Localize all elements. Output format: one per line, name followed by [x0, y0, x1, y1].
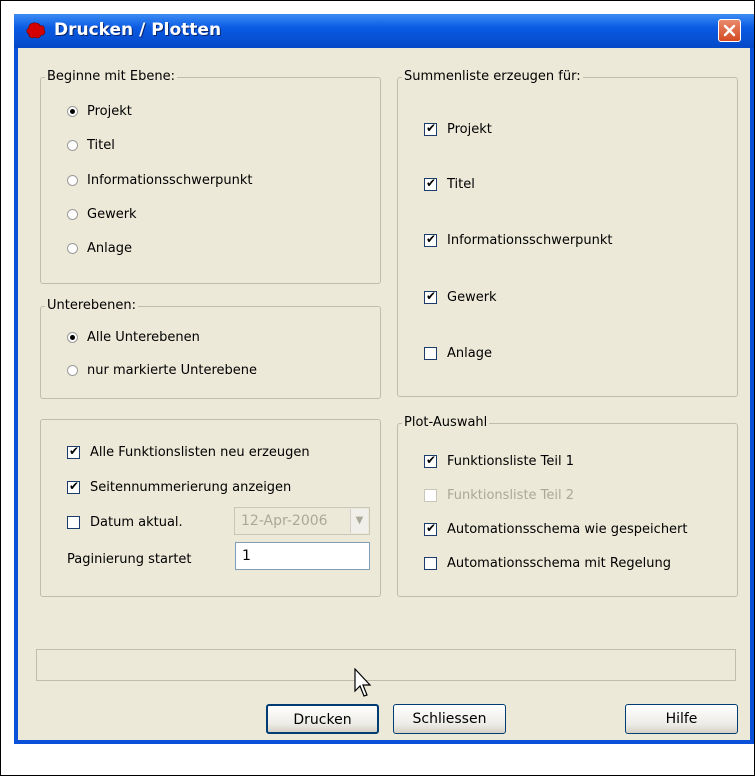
window-title: Drucken / Plotten	[54, 20, 222, 40]
close-button[interactable]	[718, 19, 741, 42]
radio-button[interactable]	[67, 209, 78, 220]
check-summe-titel[interactable]: Titel	[424, 176, 475, 192]
check-seitennummerierung[interactable]: Seitennummerierung anzeigen	[67, 479, 291, 495]
unterebenen-group-label: Unterebenen:	[45, 298, 139, 313]
check-neu-erzeugen[interactable]: Alle Funktionslisten neu erzeugen	[67, 444, 310, 460]
radio-markierte-unterebene[interactable]: nur markierte Unterebene	[67, 363, 257, 378]
checkbox[interactable]	[424, 521, 437, 536]
checkbox[interactable]	[424, 557, 437, 570]
mouse-pointer-icon	[354, 668, 372, 697]
check-datum-aktual[interactable]: Datum aktual.	[67, 515, 183, 530]
checkbox[interactable]	[67, 516, 80, 529]
checkbox[interactable]	[424, 347, 437, 360]
summenliste-group: Summenliste erzeugen für: Projekt Titel …	[397, 69, 738, 397]
checkbox[interactable]	[424, 453, 437, 468]
check-summe-informationsschwerpunkt[interactable]: Informationsschwerpunkt	[424, 232, 613, 248]
unterebenen-group: Unterebenen: Alle Unterebenen nur markie…	[40, 298, 381, 399]
dropdown-arrow-icon[interactable]: ▼	[350, 509, 368, 533]
checkbox[interactable]	[424, 121, 437, 136]
check-funktionsliste-teil-2[interactable]: Funktionsliste Teil 2	[424, 488, 574, 503]
checkbox[interactable]	[424, 176, 437, 191]
hilfe-button[interactable]: Hilfe	[625, 704, 738, 734]
schliessen-button[interactable]: Schliessen	[393, 704, 506, 734]
title-bar[interactable]: Drucken / Plotten	[14, 14, 754, 48]
paginierung-label: Paginierung startet	[67, 552, 192, 567]
dialog-client: Beginne mit Ebene: Projekt Titel Informa…	[18, 48, 750, 740]
radio-ebene-titel[interactable]: Titel	[67, 138, 115, 153]
radio-ebene-anlage[interactable]: Anlage	[67, 241, 132, 256]
paginierung-input[interactable]: 1	[235, 542, 370, 570]
status-bar	[36, 649, 736, 681]
datum-value: 12-Apr-2006	[241, 513, 328, 529]
radio-button[interactable]	[67, 332, 78, 343]
checkbox[interactable]	[67, 479, 80, 494]
plot-group: Plot-Auswahl Funktionsliste Teil 1 Funkt…	[397, 415, 738, 597]
check-summe-gewerk[interactable]: Gewerk	[424, 289, 497, 305]
check-summe-anlage[interactable]: Anlage	[424, 346, 492, 361]
plot-group-label: Plot-Auswahl	[402, 415, 490, 430]
ebene-group: Beginne mit Ebene: Projekt Titel Informa…	[40, 69, 381, 284]
dialog-window: Drucken / Plotten Beginne mit Ebene: Pro…	[14, 14, 754, 744]
check-automationsschema-regelung[interactable]: Automationsschema mit Regelung	[424, 556, 671, 571]
radio-ebene-informationsschwerpunkt[interactable]: Informationsschwerpunkt	[67, 173, 253, 188]
app-icon	[26, 22, 46, 39]
radio-alle-unterebenen[interactable]: Alle Unterebenen	[67, 330, 200, 345]
radio-button[interactable]	[67, 243, 78, 254]
check-automationsschema-gespeichert[interactable]: Automationsschema wie gespeichert	[424, 521, 688, 537]
options-group: Alle Funktionslisten neu erzeugen Seiten…	[40, 419, 381, 597]
drucken-button[interactable]: Drucken	[266, 704, 379, 734]
checkbox[interactable]	[67, 444, 80, 459]
check-summe-projekt[interactable]: Projekt	[424, 121, 492, 137]
radio-button[interactable]	[67, 106, 78, 117]
radio-button[interactable]	[67, 365, 78, 376]
checkbox[interactable]	[424, 289, 437, 304]
radio-ebene-gewerk[interactable]: Gewerk	[67, 207, 137, 222]
radio-button[interactable]	[67, 175, 78, 186]
close-icon	[723, 24, 736, 37]
radio-ebene-projekt[interactable]: Projekt	[67, 104, 132, 119]
summenliste-group-label: Summenliste erzeugen für:	[402, 69, 583, 84]
checkbox[interactable]	[424, 489, 437, 502]
datum-combobox[interactable]: 12-Apr-2006 ▼	[234, 507, 370, 535]
checkbox[interactable]	[424, 232, 437, 247]
check-funktionsliste-teil-1[interactable]: Funktionsliste Teil 1	[424, 453, 574, 469]
radio-button[interactable]	[67, 140, 78, 151]
ebene-group-label: Beginne mit Ebene:	[45, 69, 177, 84]
